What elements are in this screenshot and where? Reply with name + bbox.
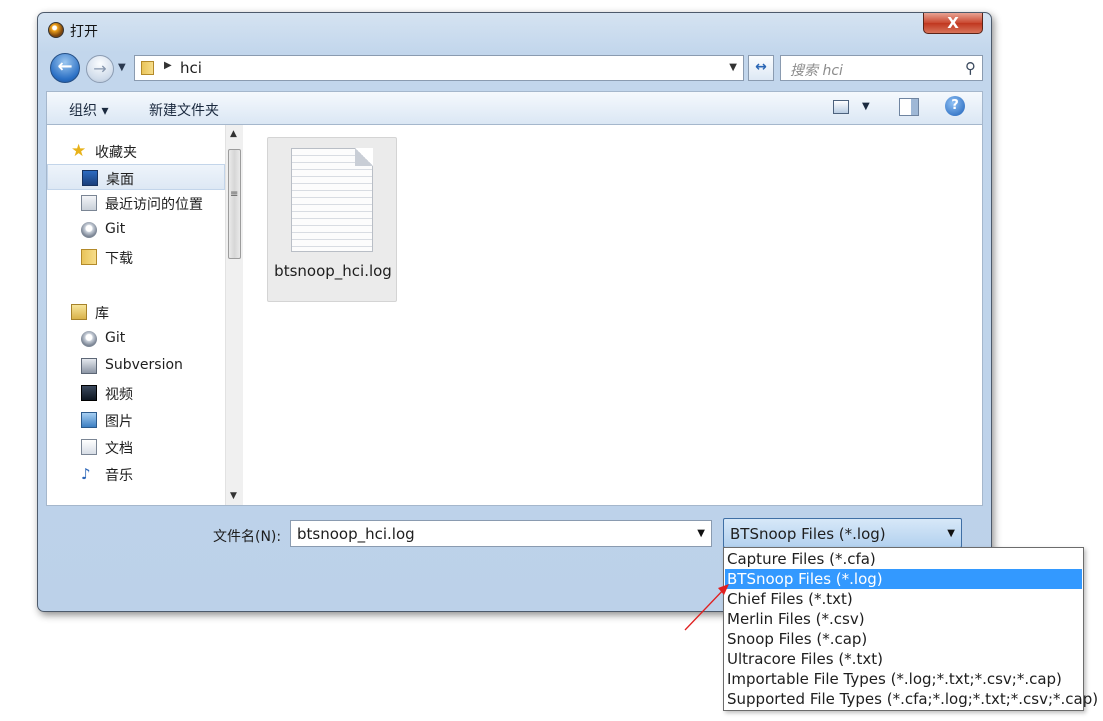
address-bar[interactable]: ▶ hci ▼ (134, 55, 744, 81)
navigation-pane: ★ 收藏夹桌面最近访问的位置 Git 下载库 Git Subversion 视频图片文档 ♪ 音… (47, 125, 225, 505)
file-list: btsnoop_hci.log (243, 125, 982, 505)
filetype-option[interactable]: Merlin Files (*.csv) (725, 609, 1082, 629)
file-item[interactable]: btsnoop_hci.log (267, 137, 397, 302)
scroll-grip-icon: ≡ (230, 189, 239, 200)
view-options-dropdown-icon[interactable]: ▼ (862, 101, 870, 112)
scrollbar-thumb[interactable] (228, 149, 241, 259)
filename-label: 文件名(N): (213, 529, 282, 545)
sidebar-item[interactable]: 最近访问的位置 (47, 190, 225, 216)
sidebar-item-label: 收藏夹 (95, 145, 137, 161)
sidebar-item[interactable]: 库 (47, 299, 225, 325)
sidebar-item[interactable]: Git (47, 326, 225, 352)
window-title: 打开 (70, 24, 98, 40)
sidebar-item-label: 下载 (105, 251, 133, 267)
sidebar-item-label: Git (105, 221, 126, 237)
subversion-icon (81, 358, 97, 374)
star-icon: ★ (71, 141, 87, 161)
git-icon (81, 331, 97, 347)
breadcrumb-hci[interactable]: hci (180, 59, 202, 77)
navigation-scrollbar[interactable]: ▲ ≡ ▼ (225, 125, 243, 505)
folder-icon (141, 61, 154, 75)
sidebar-item-label: Subversion (105, 357, 183, 373)
filetype-options-list: Capture Files (*.cfa) BTSnoop Files (*.lo… (723, 547, 1098, 711)
scroll-down-icon[interactable]: ▼ (230, 491, 237, 501)
filetype-dropdown-icon[interactable]: ▼ (947, 528, 955, 539)
library-icon (71, 304, 87, 320)
filename-input[interactable]: btsnoop_hci.log ▼ (290, 520, 712, 547)
desktop-icon (82, 170, 98, 186)
new-folder-button[interactable]: 新建文件夹 (149, 100, 219, 120)
filetype-option[interactable]: Capture Files (*.cfa) (725, 549, 1082, 569)
navigation-bar: ← → ▼ ▶ hci ▼ ↔ 搜索 hci ⚲ (38, 47, 991, 91)
sidebar-item[interactable]: 桌面 (47, 164, 225, 190)
sidebar-item-label: 文档 (105, 441, 133, 457)
filetype-option[interactable]: Chief Files (*.txt) (725, 589, 1082, 609)
sidebar-item[interactable]: Subversion (47, 353, 225, 379)
filename-value: btsnoop_hci.log (297, 525, 415, 543)
git-icon (81, 222, 97, 238)
sidebar-item[interactable]: 下载 (47, 244, 225, 270)
pictures-icon (81, 412, 97, 428)
filetype-option[interactable]: Ultracore Files (*.txt) (725, 649, 1082, 669)
filetype-option[interactable]: Supported File Types (*.cfa;*.log;*.txt;… (725, 689, 1098, 709)
sidebar-item[interactable]: 文档 (47, 434, 225, 460)
sidebar-item[interactable]: 视频 (47, 380, 225, 406)
forward-button[interactable]: → (86, 55, 114, 83)
music-icon: ♪ (81, 465, 91, 483)
browser-content: ★ 收藏夹桌面最近访问的位置 Git 下载库 Git Subversion 视频图片文档 ♪ 音… (46, 125, 983, 506)
breadcrumb-separator-icon[interactable]: ▶ (164, 60, 172, 71)
sidebar-item-label: 库 (95, 306, 109, 322)
downloads-icon (81, 249, 97, 265)
file-name: btsnoop_hci.log (274, 262, 392, 280)
command-toolbar: 组织 ▾ 新建文件夹 ▼ ? (46, 91, 983, 125)
help-icon[interactable]: ? (945, 96, 965, 116)
sidebar-item-label: 音乐 (105, 468, 133, 484)
text-document-icon (291, 148, 373, 252)
back-button[interactable]: ← (50, 53, 80, 83)
sidebar-item-label: 视频 (105, 387, 133, 403)
filetype-option[interactable]: BTSnoop Files (*.log) (725, 569, 1082, 589)
sidebar-item[interactable]: ♪ 音乐 (47, 461, 225, 487)
search-input[interactable]: 搜索 hci ⚲ (780, 55, 983, 81)
filetype-select[interactable]: BTSnoop Files (*.log) ▼ (723, 518, 962, 548)
open-file-dialog: 打开 X ← → ▼ ▶ hci ▼ ↔ 搜索 hci ⚲ 组织 ▾ 新建文件夹… (37, 12, 992, 612)
video-icon (81, 385, 97, 401)
refresh-button[interactable]: ↔ (748, 55, 774, 81)
preview-pane-icon[interactable] (899, 98, 919, 116)
scroll-up-icon[interactable]: ▲ (230, 129, 237, 139)
address-dropdown-icon[interactable]: ▼ (729, 62, 737, 73)
organize-button[interactable]: 组织 ▾ (69, 100, 108, 120)
filetype-selected-value: BTSnoop Files (*.log) (730, 525, 886, 543)
documents-icon (81, 439, 97, 455)
change-view-icon[interactable] (833, 100, 849, 114)
sidebar-item-label: 桌面 (106, 172, 134, 188)
filetype-option[interactable]: Importable File Types (*.log;*.txt;*.csv… (725, 669, 1082, 689)
filename-dropdown-icon[interactable]: ▼ (697, 528, 705, 539)
app-icon (48, 22, 64, 38)
sidebar-item[interactable]: Git (47, 217, 225, 243)
recent-locations-dropdown-icon[interactable]: ▼ (118, 62, 126, 73)
close-button[interactable]: X (923, 13, 983, 34)
sidebar-item[interactable]: 图片 (47, 407, 225, 433)
search-placeholder: 搜索 hci (790, 63, 843, 79)
filetype-option[interactable]: Snoop Files (*.cap) (725, 629, 1082, 649)
title-bar[interactable]: 打开 X (38, 13, 991, 47)
sidebar-item-label: Git (105, 330, 126, 346)
search-icon[interactable]: ⚲ (965, 59, 976, 77)
sidebar-item[interactable]: ★ 收藏夹 (47, 138, 225, 164)
sidebar-item-label: 最近访问的位置 (105, 197, 203, 213)
sidebar-item-label: 图片 (105, 414, 133, 430)
recent-places-icon (81, 195, 97, 211)
